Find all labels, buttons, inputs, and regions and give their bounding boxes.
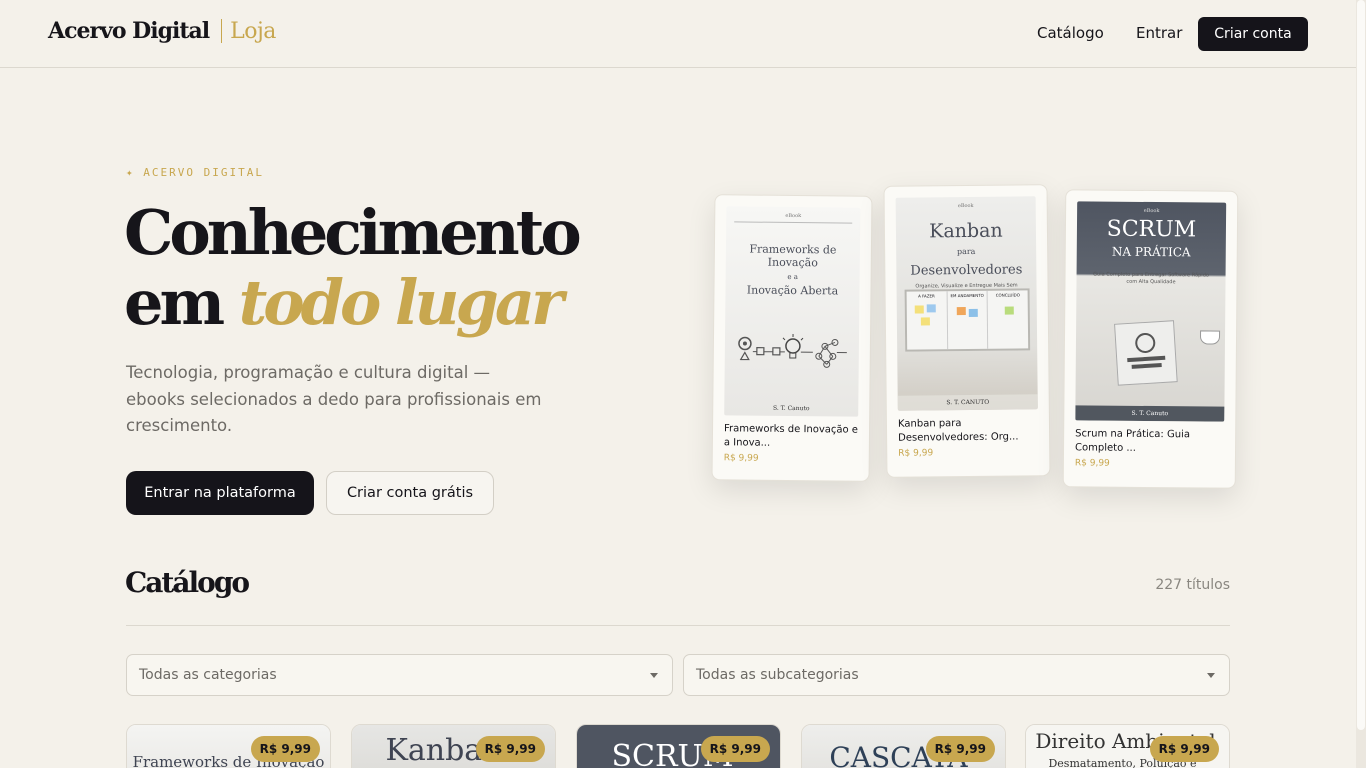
cover-author: S. T. Canuto	[1075, 405, 1225, 422]
sticky-note	[926, 304, 936, 313]
price-badge: R$ 9,99	[250, 736, 320, 762]
catalog-book-card[interactable]: Kanban R$ 9,99	[351, 724, 556, 768]
price-badge: R$ 9,99	[1149, 736, 1219, 762]
catalog-book-card[interactable]: CASCATA R$ 9,99	[801, 724, 1006, 768]
coffee-cup-icon	[1199, 330, 1221, 345]
category-select[interactable]: Todas as categorias	[126, 654, 673, 696]
scrollbar-thumb[interactable]	[1357, 0, 1365, 730]
featured-book-title: Scrum na Prática: Guia Completo ...	[1075, 428, 1191, 454]
cover-title-a: Kanban	[929, 219, 1003, 243]
top-navbar: Acervo Digital Loja Catálogo Entrar Cria…	[0, 0, 1356, 68]
cover-subtitle: Guia Completo para Entregar Software Ráp…	[1093, 271, 1209, 286]
price-badge: R$ 9,99	[925, 736, 995, 762]
page-scrollbar[interactable]	[1356, 0, 1366, 768]
hero-title-accent: todo lugar	[238, 266, 564, 339]
sticky-note	[956, 307, 966, 316]
brand-name: Acervo Digital	[48, 18, 210, 44]
hero-description: Tecnologia, programação e cultura digita…	[126, 363, 542, 435]
cover-title-b: para	[956, 246, 976, 257]
chevron-down-icon	[1207, 673, 1215, 678]
cover-title-c: Desenvolvedores	[910, 262, 1023, 279]
cover-title: Frameworks de Inovação e a Inovação Aber…	[725, 242, 860, 298]
cover-title-b: e a	[787, 272, 798, 282]
catalog-divider	[126, 625, 1230, 626]
sticky-note	[968, 308, 978, 317]
brand-logo[interactable]: Acervo Digital Loja	[48, 18, 276, 44]
catalog-count: 227 títulos	[1155, 577, 1230, 593]
featured-book-title: Kanban para Desenvolvedores: Org...	[897, 418, 1019, 444]
hero-title-line1: Conhecimento	[124, 196, 582, 269]
featured-book-price: R$ 9,99	[1074, 458, 1110, 469]
kanban-board: A FAZER EM ANDAMENTO CONCLUÍDO	[904, 288, 1031, 352]
clipboard-line	[1131, 363, 1162, 369]
catalog-book-card[interactable]: Frameworks de Inovação R$ 9,99	[126, 724, 331, 768]
hero-title: Conhecimento em todo lugar	[124, 196, 582, 339]
featured-book-title: Frameworks de Inovação e a Inova...	[723, 423, 859, 449]
cover-tag: eBook	[1143, 207, 1160, 215]
board-column: EM ANDAMENTO	[947, 290, 989, 350]
clipboard-line	[1127, 355, 1166, 363]
catalog-book-card[interactable]: Direito Ambiental Desmatamento, Poluição…	[1025, 724, 1230, 768]
criar-conta-gratis-button[interactable]: Criar conta grátis	[326, 471, 494, 515]
subcategory-select-value: Todas as subcategorias	[696, 667, 859, 683]
cover-title-a: Frameworks de Inovação	[749, 242, 837, 270]
book-cover: eBook Frameworks de Inovação e a Inovaçã…	[724, 206, 861, 417]
featured-book-card[interactable]: eBook Kanban para Desenvolvedores Organi…	[883, 184, 1051, 478]
book-cover: eBook SCRUM NA PRÁTICA Guia Completo par…	[1075, 201, 1227, 422]
cover-tag: eBook	[785, 212, 802, 220]
nav-entrar-link[interactable]: Entrar	[1136, 24, 1182, 42]
hero-eyebrow: ✦ ACERVO DIGITAL	[126, 166, 264, 179]
hero-title-line2: em	[124, 266, 239, 339]
category-select-value: Todas as categorias	[139, 667, 277, 683]
catalog-title: Catálogo	[125, 566, 250, 599]
featured-book-card[interactable]: eBook Frameworks de Inovação e a Inovaçã…	[711, 194, 873, 482]
featured-book-price: R$ 9,99	[898, 448, 934, 459]
chevron-down-icon	[650, 673, 658, 678]
subcategory-select[interactable]: Todas as subcategorias	[683, 654, 1230, 696]
board-column: CONCLUÍDO	[995, 292, 1020, 298]
cover-rule	[734, 221, 853, 224]
sticky-note	[914, 305, 924, 314]
cover-tag: eBook	[957, 202, 974, 210]
cover-title: Kanban para Desenvolvedores	[896, 219, 1037, 279]
brand-sub: Loja	[230, 18, 276, 44]
cover-title: SCRUM NA PRÁTICA	[1077, 216, 1226, 262]
brand-divider	[221, 19, 223, 43]
entrar-plataforma-button[interactable]: Entrar na plataforma	[126, 471, 314, 515]
featured-book-card[interactable]: eBook SCRUM NA PRÁTICA Guia Completo par…	[1062, 189, 1239, 489]
book-cover: eBook Kanban para Desenvolvedores Organi…	[895, 196, 1038, 411]
criar-conta-button[interactable]: Criar conta	[1198, 17, 1308, 51]
cover-author: S. T. Canuto	[772, 404, 810, 413]
cover-title-b: NA PRÁTICA	[1111, 244, 1191, 260]
cover-title-a: SCRUM	[1106, 216, 1197, 243]
innovation-diagram-icon	[738, 334, 847, 368]
price-badge: R$ 9,99	[700, 736, 770, 762]
cover-author: S. T. CANUTO	[897, 394, 1038, 411]
cover-title-c: Inovação Aberta	[746, 283, 839, 298]
price-badge: R$ 9,99	[475, 736, 545, 762]
sticky-note	[920, 317, 930, 326]
featured-book-price: R$ 9,99	[723, 453, 759, 464]
nav-catalogo-link[interactable]: Catálogo	[1037, 24, 1104, 42]
clipboard-illustration	[1114, 320, 1178, 386]
cycle-icon	[1134, 332, 1156, 354]
sticky-note	[1004, 306, 1014, 315]
catalog-book-card[interactable]: SCRUM R$ 9,99	[576, 724, 781, 768]
